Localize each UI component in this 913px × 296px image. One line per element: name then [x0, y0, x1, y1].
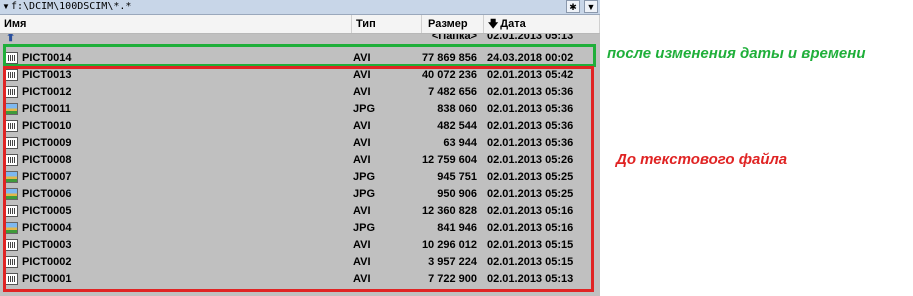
- parent-folder-size: <Папка>: [431, 34, 477, 42]
- column-name-label: Имя: [4, 18, 27, 30]
- column-name[interactable]: Имя: [0, 15, 352, 33]
- parent-folder-date: 02.01.2013 05:13: [487, 34, 574, 42]
- sort-desc-icon: 🡇: [488, 19, 499, 30]
- drive-dropdown-icon[interactable]: ▼: [2, 0, 10, 14]
- green-annotation: после изменения даты и времени: [607, 45, 866, 62]
- column-date-label: Дата: [500, 18, 526, 30]
- history-dropdown-icon[interactable]: ▼: [584, 0, 598, 13]
- up-folder-icon: [5, 34, 18, 44]
- column-size-label: Размер: [428, 18, 468, 30]
- column-size[interactable]: Размер: [422, 15, 484, 33]
- star-icon[interactable]: ✱: [566, 0, 580, 13]
- column-type[interactable]: Тип: [352, 15, 422, 33]
- current-path: f:\DCIM\100DSCIM\*.*: [11, 1, 132, 12]
- column-header: Имя Тип Размер 🡇 Дата: [0, 15, 600, 34]
- green-highlight-box: [3, 44, 596, 67]
- red-annotation: До текстового файла: [616, 151, 788, 168]
- column-date[interactable]: 🡇 Дата: [484, 15, 600, 33]
- column-type-label: Тип: [356, 18, 376, 30]
- red-highlight-box: [3, 66, 594, 292]
- parent-folder-row[interactable]: <Папка> 02.01.2013 05:13: [0, 34, 600, 44]
- path-bar[interactable]: ▼ f:\DCIM\100DSCIM\*.* ✱ ▼: [0, 0, 600, 15]
